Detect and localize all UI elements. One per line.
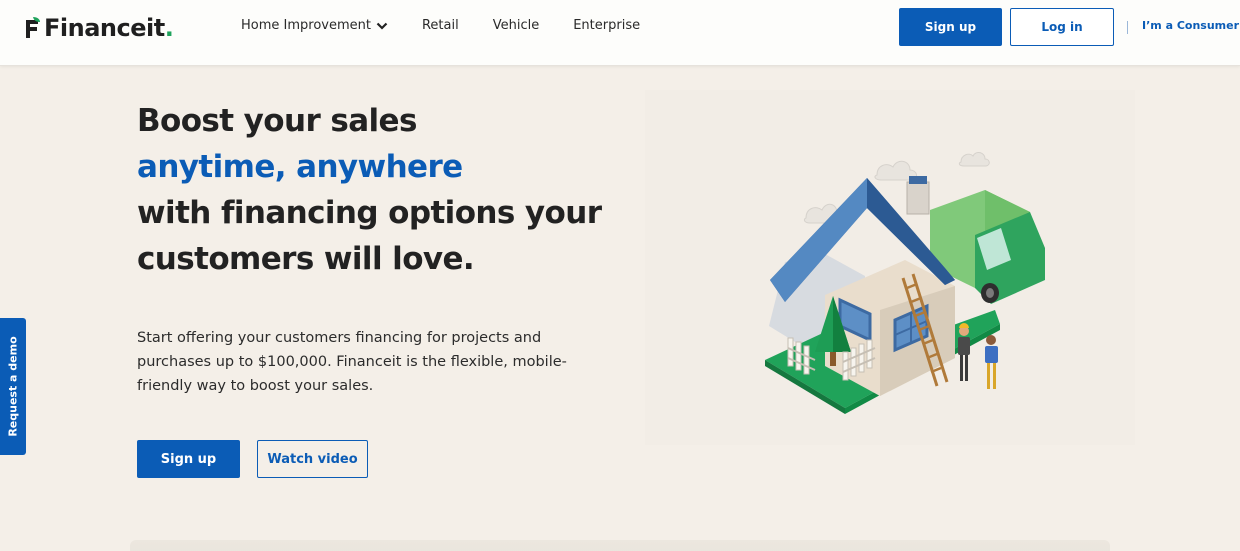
nav-enterprise[interactable]: Enterprise	[573, 18, 640, 33]
chevron-down-icon	[376, 22, 388, 30]
header-log-in-button[interactable]: Log in	[1010, 8, 1114, 46]
site-header: Financeit. Home Improvement Retail Vehic…	[0, 0, 1240, 66]
nav-vehicle[interactable]: Vehicle	[493, 18, 540, 33]
watch-video-button[interactable]: Watch video	[257, 440, 368, 478]
main-nav: Home Improvement Retail Vehicle Enterpri…	[241, 18, 674, 33]
logo-dot: .	[164, 14, 174, 42]
financeit-logo-icon	[26, 17, 40, 38]
consumer-link[interactable]: I’m a Consumer	[1142, 19, 1239, 32]
header-divider	[1127, 21, 1128, 34]
logo-text: Financeit	[44, 14, 165, 42]
financeit-logo[interactable]: Financeit.	[24, 14, 174, 42]
headline-accent: anytime, anywhere	[137, 149, 463, 185]
hero-headline: Boost your sales anytime, anywhere with …	[137, 98, 637, 282]
headline-line-4: customers will love.	[137, 241, 475, 277]
nav-home-improvement-label: Home Improvement	[241, 18, 371, 33]
nav-retail[interactable]: Retail	[422, 18, 459, 33]
next-section-edge	[130, 540, 1110, 551]
hero-lead-paragraph: Start offering your customers financing …	[137, 330, 567, 394]
headline-line-3: with financing options your	[137, 195, 602, 231]
nav-home-improvement[interactable]: Home Improvement	[241, 18, 388, 33]
hero-sign-up-button[interactable]: Sign up	[137, 440, 240, 478]
header-sign-up-button[interactable]: Sign up	[899, 8, 1002, 46]
house-truck-illustration	[765, 151, 1045, 414]
request-demo-label: Request a demo	[6, 336, 20, 437]
headline-line-1: Boost your sales	[137, 103, 417, 139]
request-demo-tab[interactable]: Request a demo	[0, 318, 26, 455]
